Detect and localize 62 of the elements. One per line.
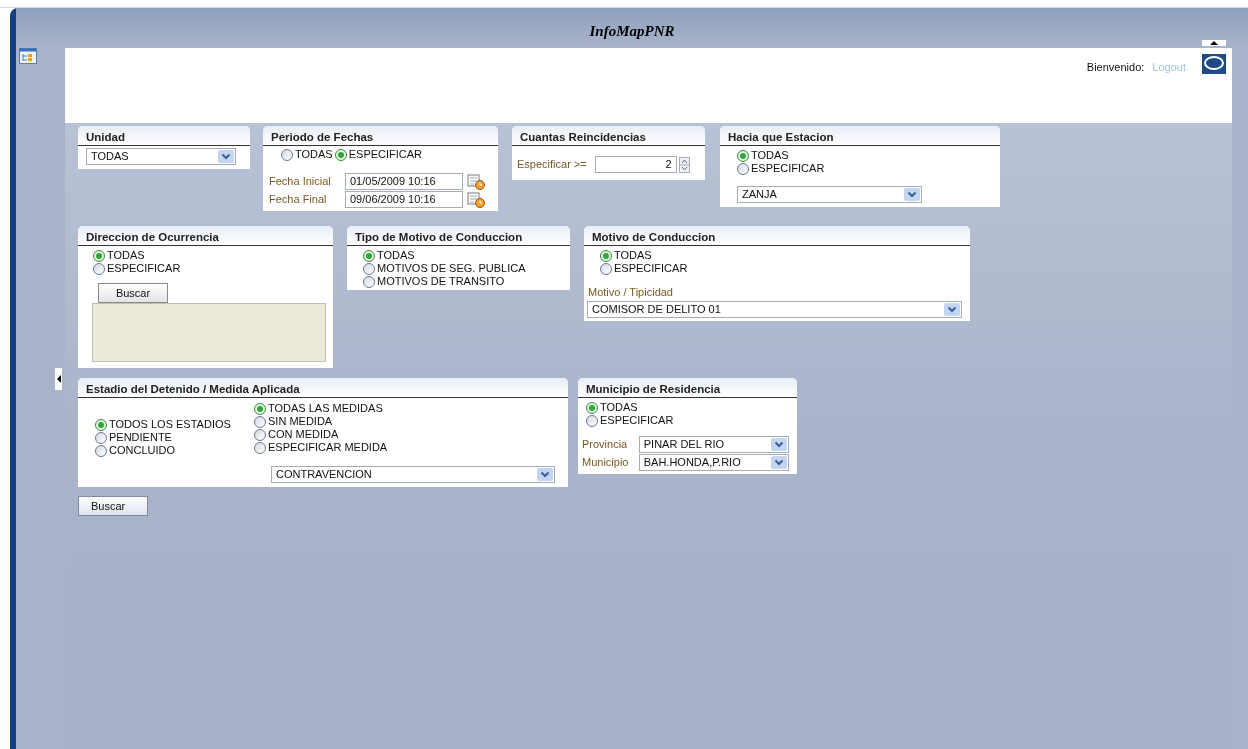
panel-title: Municipio de Residencia — [586, 383, 721, 395]
radio-button[interactable] — [600, 262, 612, 275]
radio-button[interactable] — [363, 249, 375, 262]
radio-button[interactable] — [334, 148, 347, 161]
radio-button[interactable] — [95, 444, 107, 457]
chevron-icon — [904, 188, 920, 201]
chevron-icon — [537, 468, 553, 481]
date-field[interactable]: 09/06/2009 10:16 — [345, 191, 463, 208]
radio-button[interactable] — [95, 431, 107, 444]
dropdown[interactable]: COMISOR DE DELITO 01 — [587, 300, 962, 318]
field-label: Fecha Inicial — [269, 174, 332, 190]
panel-title: Motivo de Conduccion — [592, 231, 716, 243]
chevron-icon — [944, 302, 960, 316]
radio-button[interactable] — [737, 162, 749, 175]
radio-button[interactable] — [95, 418, 107, 431]
panel-title: Unidad — [86, 131, 125, 143]
number-field[interactable]: 2 — [594, 156, 677, 173]
radio-button[interactable] — [737, 149, 749, 162]
radio-button[interactable] — [254, 415, 266, 428]
tree-icon[interactable] — [19, 48, 37, 64]
panel-title: Cuantas Reincidencias — [520, 131, 646, 143]
calendar-clock-icon[interactable] — [467, 173, 485, 190]
search-button[interactable]: Buscar — [78, 496, 148, 516]
radio-button[interactable] — [254, 428, 266, 441]
chevron-icon — [771, 438, 787, 451]
search-button[interactable]: Buscar — [98, 283, 168, 303]
radio-button[interactable] — [600, 249, 612, 262]
radio-button[interactable] — [254, 402, 266, 415]
dropdown[interactable]: BAH.HONDA,P.RIO — [638, 454, 789, 471]
panel-title: Tipo de Motivo de Conduccion — [355, 231, 523, 243]
radio-button[interactable] — [254, 441, 266, 454]
chevron-icon — [218, 150, 234, 163]
dropdown[interactable]: TODAS — [86, 148, 236, 165]
radio-button[interactable] — [363, 275, 375, 288]
date-field[interactable]: 01/05/2009 10:16 — [345, 173, 463, 190]
radio-label[interactable]: TODAS — [295, 146, 333, 163]
calendar-clock-icon[interactable] — [467, 191, 485, 208]
panel-title: Hacia que Estacion — [728, 131, 834, 143]
radio-button[interactable] — [363, 262, 375, 275]
field-label: Motivo / Tipicidad — [587, 285, 674, 300]
welcome-text: Bienvenido: — [1086, 60, 1145, 75]
dropdown[interactable]: CONTRAVENCION — [271, 466, 555, 483]
app-title: InfoMapPNR — [589, 22, 675, 41]
chevron-icon — [771, 456, 787, 469]
radio-button[interactable] — [281, 148, 293, 161]
radio-label[interactable]: ESPECIFICAR — [348, 146, 423, 163]
dropdown[interactable]: ZANJA — [737, 186, 922, 203]
collapse-handle[interactable] — [55, 368, 62, 390]
field-label: Municipio — [582, 455, 630, 471]
panel-title: Periodo de Fechas — [271, 131, 374, 143]
radio-button[interactable] — [93, 262, 105, 275]
panel-title: Direccion de Ocurrencia — [86, 231, 219, 243]
radio-button[interactable] — [93, 249, 105, 262]
panel-title: Estadio del Detenido / Medida Aplicada — [86, 383, 300, 395]
user-icon[interactable] — [1202, 54, 1226, 74]
spinner-icon[interactable] — [678, 156, 690, 173]
field-label: Fecha Final — [269, 192, 328, 208]
radio-button[interactable] — [586, 401, 598, 414]
dropdown[interactable]: PINAR DEL RIO — [638, 436, 789, 453]
radio-button[interactable] — [586, 414, 598, 427]
field-label: Especificar >= — [517, 157, 587, 173]
field-label: Provincia — [582, 437, 629, 453]
